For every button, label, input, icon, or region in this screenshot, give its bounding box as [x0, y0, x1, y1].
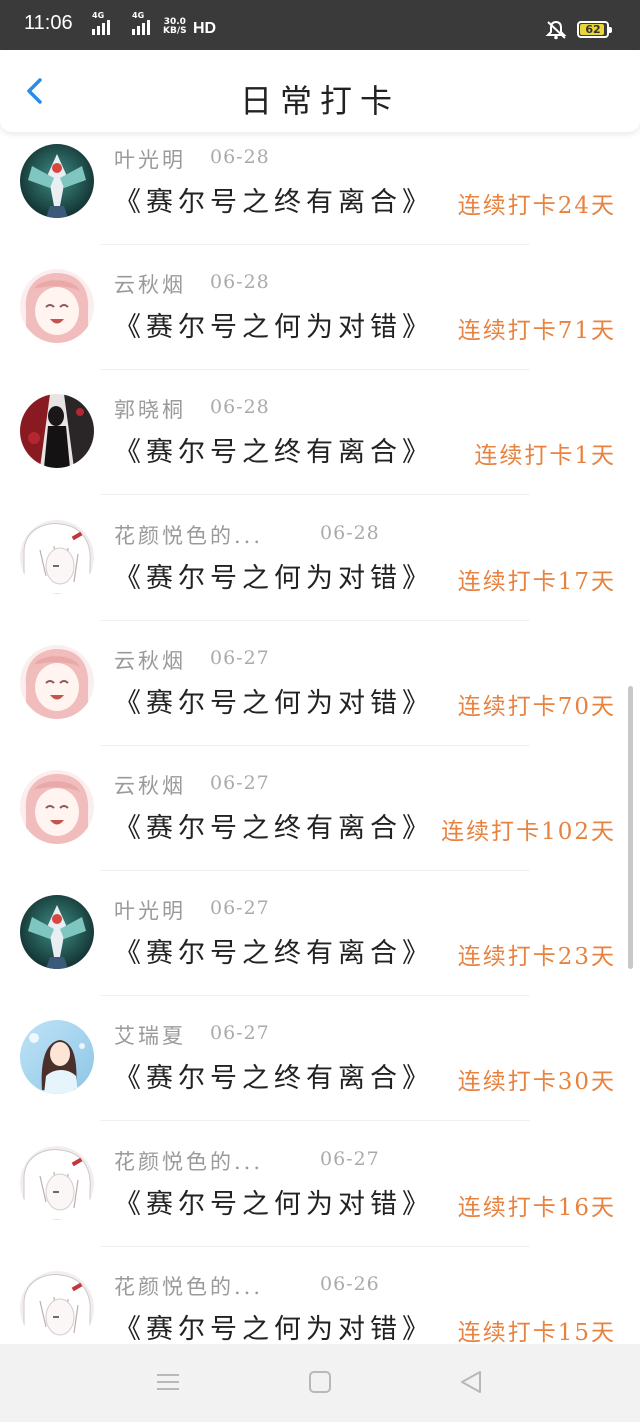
- user-name: 郭晓桐: [114, 398, 186, 422]
- battery-icon: 62: [577, 21, 612, 38]
- streak-label: 连续打卡1天: [474, 443, 616, 469]
- user-name: 叶光明: [114, 899, 186, 923]
- speed-unit: KB/S: [163, 26, 187, 36]
- book-title: 《赛尔号之终有离合》: [114, 938, 434, 969]
- row-divider: [100, 745, 530, 746]
- signal-icon-1: 4G: [92, 11, 110, 35]
- network-type-2: 4G: [132, 11, 145, 20]
- streak-label: 连续打卡24天: [457, 193, 616, 219]
- fantasy-girl-avatar[interactable]: [20, 1020, 94, 1094]
- page-header: 日常打卡: [0, 50, 640, 132]
- mecha-avatar[interactable]: [20, 895, 94, 969]
- checkin-row[interactable]: 艾瑞夏 06-27 《赛尔号之终有离合》 连续打卡30天: [0, 1008, 640, 1133]
- checkin-row[interactable]: 花颜悦色的... 06-28 《赛尔号之何为对错》 连续打卡17天: [0, 508, 640, 633]
- book-title: 《赛尔号之终有离合》: [114, 187, 434, 218]
- checkin-row[interactable]: 叶光明 06-28 《赛尔号之终有离合》 连续打卡24天: [0, 132, 640, 257]
- checkin-row[interactable]: 云秋烟 06-28 《赛尔号之何为对错》 连续打卡71天: [0, 257, 640, 382]
- battery-level: 62: [585, 23, 601, 36]
- system-nav-bar: [0, 1344, 640, 1422]
- checkin-row[interactable]: 花颜悦色的... 06-26 《赛尔号之何为对错》 连续打卡15天: [0, 1259, 640, 1344]
- row-divider: [100, 870, 530, 871]
- streak-label: 连续打卡30天: [457, 1069, 616, 1095]
- back-triangle-icon[interactable]: [459, 1370, 483, 1394]
- book-title: 《赛尔号之何为对错》: [114, 312, 434, 343]
- checkin-row[interactable]: 花颜悦色的... 06-27 《赛尔号之何为对错》 连续打卡16天: [0, 1134, 640, 1259]
- row-divider: [100, 1246, 530, 1247]
- checkin-date: 06-28: [210, 146, 270, 168]
- streak-label: 连续打卡17天: [457, 569, 616, 595]
- checkin-date: 06-28: [210, 396, 270, 418]
- book-title: 《赛尔号之何为对错》: [114, 1189, 434, 1220]
- book-title: 《赛尔号之何为对错》: [114, 1314, 434, 1344]
- status-bar: 11:06 4G 4G 30.0 KB/S HD 62: [0, 0, 640, 50]
- streak-label: 连续打卡70天: [457, 694, 616, 720]
- menu-icon[interactable]: [156, 1370, 180, 1394]
- streak-label: 连续打卡15天: [457, 1320, 616, 1344]
- page-title: 日常打卡: [239, 82, 400, 120]
- checkin-date: 06-26: [320, 1273, 380, 1295]
- scrollbar[interactable]: [628, 686, 633, 969]
- row-divider: [100, 494, 530, 495]
- pink-hair-avatar[interactable]: [20, 269, 94, 343]
- white-hair-avatar[interactable]: [20, 1146, 94, 1220]
- home-square-icon[interactable]: [308, 1370, 332, 1394]
- checkin-row[interactable]: 郭晓桐 06-28 《赛尔号之终有离合》 连续打卡1天: [0, 382, 640, 507]
- user-name: 云秋烟: [114, 649, 186, 673]
- checkin-date: 06-28: [320, 522, 380, 544]
- mecha-avatar[interactable]: [20, 144, 94, 218]
- pink-hair-avatar[interactable]: [20, 645, 94, 719]
- mute-bell-icon: [545, 20, 567, 40]
- checkin-date: 06-27: [210, 1022, 270, 1044]
- network-speed: 30.0 KB/S: [163, 18, 187, 36]
- checkin-date: 06-27: [210, 897, 270, 919]
- user-name: 艾瑞夏: [114, 1024, 186, 1048]
- user-name: 叶光明: [114, 148, 186, 172]
- status-time: 11:06: [24, 12, 73, 34]
- user-name: 云秋烟: [114, 273, 186, 297]
- hd-indicator: HD: [193, 20, 217, 37]
- row-divider: [100, 995, 530, 996]
- streak-label: 连续打卡23天: [457, 944, 616, 970]
- checkin-row[interactable]: 叶光明 06-27 《赛尔号之终有离合》 连续打卡23天: [0, 883, 640, 1008]
- checkin-row[interactable]: 云秋烟 06-27 《赛尔号之何为对错》 连续打卡70天: [0, 633, 640, 758]
- book-title: 《赛尔号之何为对错》: [114, 688, 434, 719]
- streak-label: 连续打卡102天: [441, 819, 616, 845]
- user-name: 花颜悦色的...: [114, 1275, 264, 1299]
- book-title: 《赛尔号之终有离合》: [114, 813, 434, 844]
- user-name: 云秋烟: [114, 774, 186, 798]
- user-name: 花颜悦色的...: [114, 524, 264, 548]
- checkin-date: 06-28: [210, 271, 270, 293]
- checkin-date: 06-27: [210, 772, 270, 794]
- signal-icon-2: 4G: [132, 11, 150, 35]
- checkin-list[interactable]: 叶光明 06-28 《赛尔号之终有离合》 连续打卡24天 云秋烟 06-28 《赛尔号之何为…: [0, 132, 640, 1344]
- row-divider: [100, 1120, 530, 1121]
- streak-label: 连续打卡16天: [457, 1195, 616, 1221]
- user-name: 花颜悦色的...: [114, 1150, 264, 1174]
- row-divider: [100, 620, 530, 621]
- book-title: 《赛尔号之终有离合》: [114, 1063, 434, 1094]
- pink-hair-avatar[interactable]: [20, 770, 94, 844]
- checkin-row[interactable]: 云秋烟 06-27 《赛尔号之终有离合》 连续打卡102天: [0, 758, 640, 883]
- streak-label: 连续打卡71天: [457, 318, 616, 344]
- row-divider: [100, 244, 530, 245]
- white-hair-avatar[interactable]: [20, 520, 94, 594]
- checkin-date: 06-27: [210, 647, 270, 669]
- dark-figure-avatar[interactable]: [20, 394, 94, 468]
- network-type-1: 4G: [92, 11, 105, 20]
- checkin-date: 06-27: [320, 1148, 380, 1170]
- book-title: 《赛尔号之终有离合》: [114, 437, 434, 468]
- book-title: 《赛尔号之何为对错》: [114, 563, 434, 594]
- white-hair-avatar[interactable]: [20, 1271, 94, 1344]
- row-divider: [100, 369, 530, 370]
